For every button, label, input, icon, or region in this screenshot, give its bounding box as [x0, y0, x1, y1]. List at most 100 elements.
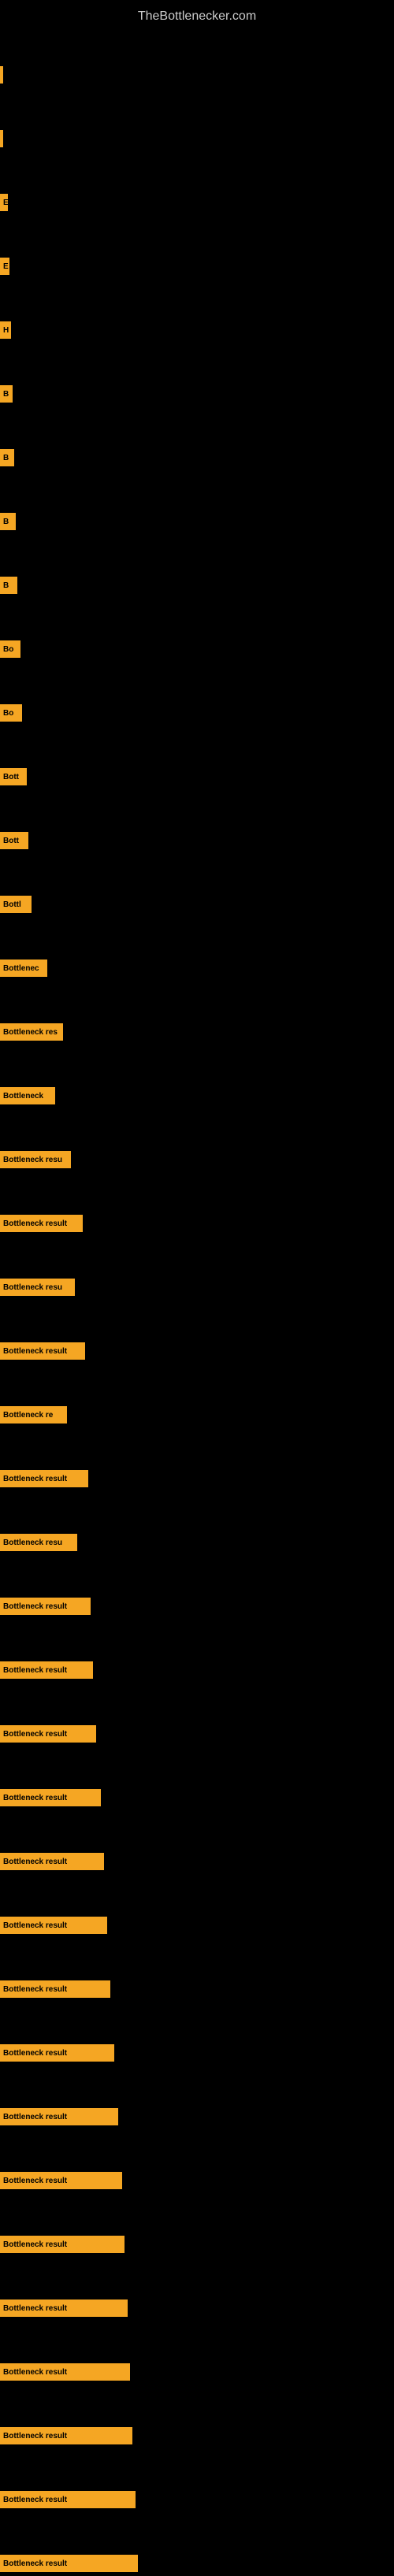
bar-label: Bottleneck result	[3, 2049, 67, 2058]
bar-label: Bottleneck result	[3, 1666, 67, 1675]
bar-label: Bottleneck result	[3, 2177, 67, 2185]
bar-label: Bottleneck result	[3, 2559, 67, 2568]
bar-label: Bottleneck result	[3, 1475, 67, 1483]
bar-row: Bottleneck result	[0, 2002, 394, 2064]
bar-label: B	[3, 581, 9, 590]
bar-label: Bottleneck result	[3, 1921, 67, 1930]
bar-label: H	[3, 326, 9, 335]
bar: B	[0, 513, 16, 530]
bar-row: Bott	[0, 726, 394, 788]
bar-row: B	[0, 534, 394, 596]
bar-row: Bottleneck result	[0, 1683, 394, 1745]
bar-label: Bottl	[3, 900, 21, 909]
bar-row: Bottl	[0, 853, 394, 915]
bar: Bottleneck result	[0, 2299, 128, 2317]
bar: H	[0, 321, 11, 339]
bar-label: Bo	[3, 645, 13, 654]
bar-label: Bott	[3, 773, 19, 781]
bar-label: Bottleneck result	[3, 1730, 67, 1739]
bar: Bottleneck result	[0, 1470, 88, 1487]
bar: Bottleneck result	[0, 2491, 136, 2508]
bar-label: Bottleneck resu	[3, 1283, 62, 1292]
bar-label: B	[3, 454, 9, 462]
bar: B	[0, 577, 17, 594]
bar-label: E	[3, 262, 9, 271]
bar: Bottl	[0, 896, 32, 913]
bar-label: Bottleneck res	[3, 1028, 58, 1037]
bar-row: Bottleneck result	[0, 2448, 394, 2511]
bar-label: Bottlenec	[3, 964, 39, 973]
bar: Bottleneck result	[0, 1661, 93, 1679]
bar-label: Bottleneck result	[3, 1794, 67, 1802]
bar-label: Bottleneck result	[3, 2113, 67, 2121]
bar-row: Bottleneck result	[0, 1555, 394, 1617]
bar-row: Bottleneck result	[0, 1746, 394, 1809]
bar: Bottleneck result	[0, 2236, 125, 2253]
bar-row: Bottleneck res	[0, 981, 394, 1043]
bar: Bottleneck result	[0, 1598, 91, 1615]
bar-label: B	[3, 518, 9, 526]
bar-row	[0, 87, 394, 150]
bar-row: Bottleneck result	[0, 2512, 394, 2574]
bar: Bottleneck result	[0, 1342, 85, 1360]
bar-label: B	[3, 390, 9, 399]
bar: Bo	[0, 640, 20, 658]
bar: Bottleneck result	[0, 1789, 101, 1806]
bar-row: H	[0, 279, 394, 341]
bar: Bottleneck re	[0, 1406, 67, 1423]
bar-row: Bott	[0, 789, 394, 852]
bar: Bottleneck result	[0, 2108, 118, 2125]
bar: Bottleneck result	[0, 2363, 130, 2381]
bar: Bottleneck resu	[0, 1151, 71, 1168]
bar-label: Bottleneck result	[3, 1985, 67, 1994]
bar-row: Bottleneck re	[0, 1364, 394, 1426]
bar: Bottlenec	[0, 960, 47, 977]
bar-row: Bo	[0, 598, 394, 660]
bar-row: Bottleneck result	[0, 1427, 394, 1490]
bar-row: Bottleneck resu	[0, 1491, 394, 1553]
bar-row: Bottleneck result	[0, 2129, 394, 2192]
bar-row: Bottleneck result	[0, 2385, 394, 2447]
bar-row: Bottleneck resu	[0, 1108, 394, 1171]
bar: Bo	[0, 704, 22, 722]
bar: Bott	[0, 768, 27, 785]
bar-row: Bo	[0, 662, 394, 724]
bar-label: Bo	[3, 709, 13, 718]
bar: Bottleneck result	[0, 1853, 104, 1870]
bar: Bottleneck result	[0, 1725, 96, 1743]
bar-label: Bottleneck result	[3, 2368, 67, 2377]
bars-container: E E H B B B B Bo Bo Bott Bott Bottl Bottlenec Bottlen…	[0, 24, 394, 2576]
bar-row: Bottleneck result	[0, 2321, 394, 2383]
bar-row: Bottleneck result	[0, 1619, 394, 1681]
bar: Bottleneck result	[0, 2555, 138, 2572]
bar-row: Bottleneck result	[0, 1874, 394, 1936]
bar: Bottleneck result	[0, 2044, 114, 2062]
bar: Bottleneck result	[0, 1917, 107, 1934]
bar	[0, 130, 3, 147]
bar-label: Bottleneck result	[3, 1858, 67, 1866]
bar: Bottleneck resu	[0, 1279, 75, 1296]
bar-label: Bott	[3, 837, 19, 845]
bar-row: Bottleneck result	[0, 1300, 394, 1362]
bar-row: B	[0, 406, 394, 469]
bar-label: Bottleneck result	[3, 1602, 67, 1611]
bar-row	[0, 24, 394, 86]
bar-label: Bottleneck result	[3, 2432, 67, 2441]
bar-row: B	[0, 343, 394, 405]
bar: Bottleneck result	[0, 1980, 110, 1998]
bar-row: B	[0, 470, 394, 533]
bar-row: Bottleneck result	[0, 1172, 394, 1234]
bar-row: Bottleneck result	[0, 2257, 394, 2319]
bar: B	[0, 385, 13, 403]
bar-row: Bottleneck result	[0, 2066, 394, 2128]
bar-label: Bottleneck resu	[3, 1539, 62, 1547]
bar-label: Bottleneck result	[3, 1219, 67, 1228]
bar-row: Bottleneck resu	[0, 1236, 394, 1298]
bar-row: E	[0, 215, 394, 277]
bar-label: Bottleneck result	[3, 2496, 67, 2504]
bar-row: Bottleneck	[0, 1045, 394, 1107]
bar: Bottleneck res	[0, 1023, 63, 1041]
bar-row: E	[0, 151, 394, 213]
bar: Bottleneck result	[0, 2172, 122, 2189]
bar: Bott	[0, 832, 28, 849]
